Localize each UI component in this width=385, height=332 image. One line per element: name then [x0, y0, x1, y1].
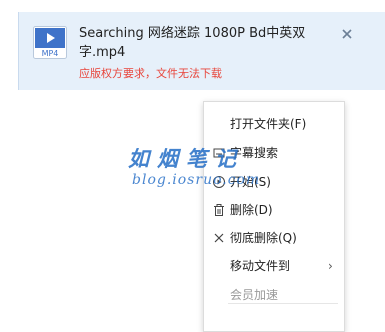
file-type-label: MP4 [42, 49, 59, 58]
menu-item-open-folder[interactable]: 打开文件夹(F) [204, 110, 344, 138]
menu-item-delete[interactable]: 删除(D) [204, 196, 344, 224]
watermark-url: blog.iosruo.com [132, 172, 261, 188]
menu-item-label: 删除(D) [230, 203, 273, 217]
menu-item-label: 移动文件到 [230, 259, 291, 273]
menu-item-permanent-delete[interactable]: 彻底删除(Q) [204, 224, 344, 252]
menu-item-label: 打开文件夹(F) [230, 117, 307, 131]
watermark-title: 如烟笔记 [128, 146, 244, 171]
menu-item-label: 会员加速 [230, 288, 279, 302]
menu-item-move-to[interactable]: 移动文件到 › [204, 252, 344, 280]
video-file-icon: MP4 [33, 26, 67, 59]
submenu-arrow-icon: › [328, 259, 333, 273]
menu-item-vip-accelerate[interactable]: 会员加速 [204, 281, 344, 309]
x-icon [214, 233, 224, 243]
file-name: Searching 网络迷踪 1080P Bd中英双字.mp4 [79, 26, 306, 60]
copyright-warning: 应版权方要求，文件无法下载 [79, 67, 222, 80]
trash-icon [214, 204, 224, 216]
close-icon[interactable] [340, 27, 354, 41]
menu-item-label: 彻底删除(Q) [230, 231, 297, 245]
context-menu: 打开文件夹(F) 字幕搜索 开始(S) 删除(D) 彻底删除(Q) 移动文件到 … [203, 101, 345, 332]
